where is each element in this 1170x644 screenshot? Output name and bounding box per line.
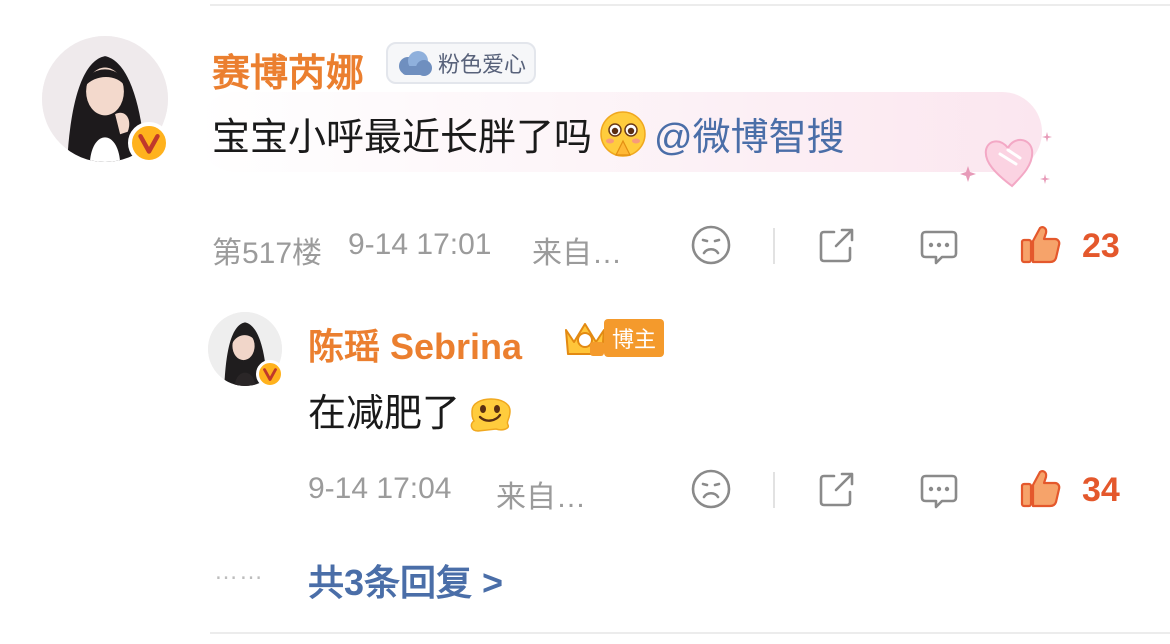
view-more-replies-link[interactable]: 共3条回复 > <box>308 554 503 606</box>
reply-action-divider <box>773 472 775 508</box>
dislike-button[interactable] <box>690 224 732 266</box>
comment-source: 来自… <box>532 237 622 270</box>
like-button[interactable] <box>1018 222 1062 266</box>
like-count: 23 <box>1082 227 1120 265</box>
reply-time: 9-14 17:04 <box>308 472 452 505</box>
more-replies-dots: …… <box>214 558 264 585</box>
action-divider <box>773 228 775 264</box>
comment-text: 宝宝小呼最近长胖了吗 <box>212 117 593 159</box>
reply-verified-icon <box>256 360 284 388</box>
verified-icon <box>128 122 170 164</box>
comment-author-name[interactable]: 赛博芮娜 <box>212 42 364 97</box>
mention-link[interactable]: @微博智搜 <box>654 106 845 161</box>
sad-face-icon <box>691 469 731 509</box>
reply-text: 在减肥了 <box>308 393 461 435</box>
reply-share-button[interactable] <box>816 468 858 510</box>
avatar[interactable] <box>42 36 170 164</box>
reply-text-row: 在减肥了 <box>308 382 522 437</box>
reply-avatar[interactable] <box>208 312 284 388</box>
thumbs-up-icon <box>1020 226 1061 264</box>
comment-text-row: 宝宝小呼最近长胖了吗 @微博智搜 <box>212 106 845 161</box>
bottom-divider <box>210 632 1170 634</box>
fan-badge[interactable]: 粉色爱心 <box>386 42 537 84</box>
share-button[interactable] <box>816 224 858 266</box>
reply-like-count: 34 <box>1082 471 1120 509</box>
share-icon <box>819 472 854 507</box>
reply-reply-button[interactable] <box>918 470 960 512</box>
reply-button[interactable] <box>918 226 960 268</box>
fan-badge-label: 粉色爱心 <box>438 52 527 77</box>
comment-floor: 第517楼 <box>212 237 323 270</box>
crown-icon <box>565 323 605 356</box>
reply-author-name[interactable]: 陈瑶 Sebrina <box>308 318 522 370</box>
thumbs-up-icon <box>1020 470 1061 508</box>
cloud-icon <box>399 51 432 76</box>
comment-icon <box>920 230 958 265</box>
reply-source: 来自… <box>496 481 586 514</box>
reply-like-button[interactable] <box>1018 466 1062 510</box>
blogger-badge: 博主 <box>560 316 665 360</box>
melting-face-emoji-icon <box>470 397 511 432</box>
top-divider <box>210 4 1170 6</box>
sad-face-icon <box>691 225 731 265</box>
pleading-emoji-icon <box>600 110 646 157</box>
comment-time: 9-14 17:01 <box>348 228 492 261</box>
heart-decoration-icon <box>960 132 1052 188</box>
reply-dislike-button[interactable] <box>690 468 732 510</box>
comment-icon <box>920 474 958 509</box>
share-icon <box>819 228 854 263</box>
blogger-badge-label: 博主 <box>604 319 665 357</box>
